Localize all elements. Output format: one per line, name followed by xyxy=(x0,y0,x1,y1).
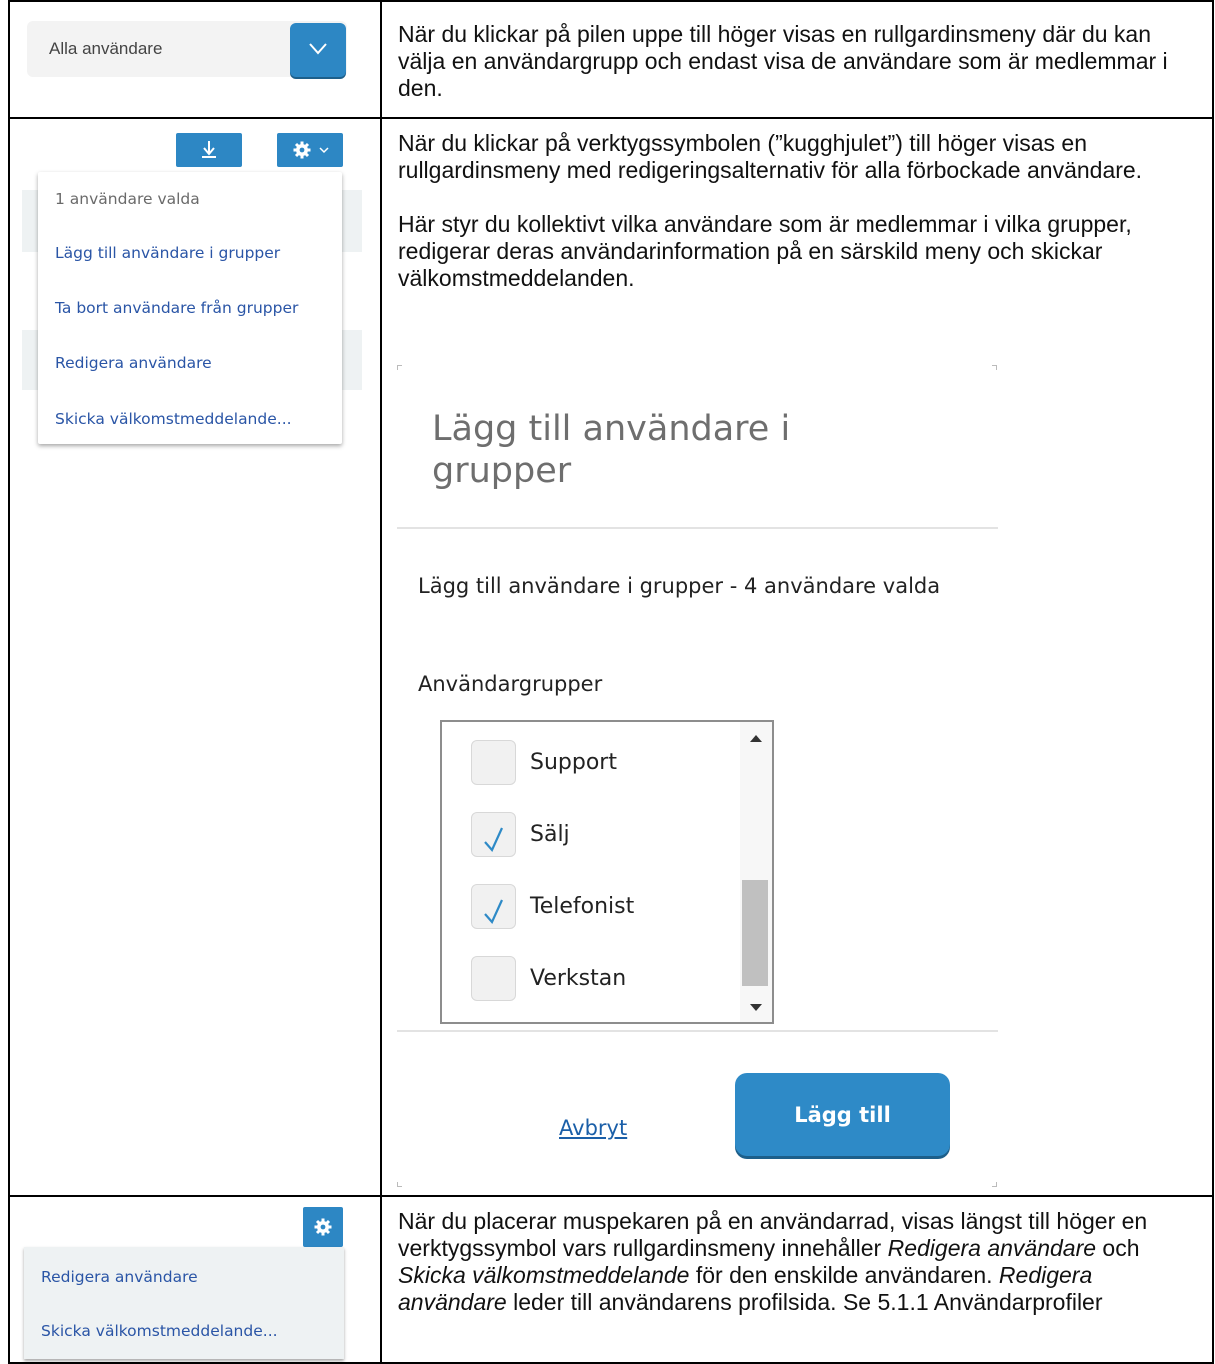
scroll-down-arrow-icon[interactable] xyxy=(740,998,772,1018)
chevron-down-icon xyxy=(319,147,329,154)
bulk-actions-menu: 1 användare valda Lägg till användare i … xyxy=(38,172,342,444)
table-border-left xyxy=(8,0,10,1364)
gear-icon xyxy=(314,1218,332,1236)
row1-description-text: När du klickar på pilen uppe till höger … xyxy=(398,21,1168,101)
dialog-title: Lägg till användare i grupper xyxy=(432,409,791,491)
dialog-separator xyxy=(397,1030,998,1032)
add-to-groups-button[interactable]: Lägg till xyxy=(735,1073,950,1156)
row-gear-button[interactable] xyxy=(303,1207,343,1247)
checkmark-icon xyxy=(484,827,504,853)
checkmark-icon xyxy=(484,899,504,925)
table-row-divider xyxy=(8,117,1214,119)
chevron-down-icon xyxy=(309,43,327,55)
dialog-corner-mark xyxy=(397,365,402,370)
checkbox-verkstan[interactable] xyxy=(471,956,516,1001)
scroll-up-arrow-icon[interactable] xyxy=(740,728,772,748)
row2-description-paragraph-1: När du klickar på verktygssymbolen (”kug… xyxy=(398,130,1143,183)
group-label-telefonist: Telefonist xyxy=(530,894,635,919)
table-border-top xyxy=(8,0,1214,2)
user-filter-label: Alla användare xyxy=(49,39,163,58)
group-label-salj: Sälj xyxy=(530,822,570,847)
groups-listbox[interactable]: Support Sälj Telefonist Verkstan xyxy=(440,720,774,1024)
checkbox-support[interactable] xyxy=(471,740,516,785)
table-column-divider xyxy=(380,0,382,1364)
dialog-separator xyxy=(397,527,998,529)
dialog-corner-mark xyxy=(992,365,997,370)
row3-description: När du placerar muspekaren på en använda… xyxy=(398,1208,1198,1316)
group-label-support: Support xyxy=(530,750,617,775)
dialog-corner-mark xyxy=(397,1182,402,1187)
row1-description: När du klickar på pilen uppe till höger … xyxy=(398,21,1198,102)
checkbox-salj[interactable] xyxy=(471,812,516,857)
row3-description-text: När du placerar muspekaren på en använda… xyxy=(398,1208,1148,1315)
menu-item-send-welcome[interactable]: Skicka välkomstmeddelande... xyxy=(55,410,292,428)
gear-icon xyxy=(293,141,329,159)
cancel-link[interactable]: Avbryt xyxy=(559,1116,627,1140)
menu-selection-count: 1 användare valda xyxy=(55,190,200,208)
menu-item-remove-from-groups[interactable]: Ta bort användare från grupper xyxy=(55,299,298,317)
user-filter-dropdown-button[interactable] xyxy=(290,23,346,77)
scrollbar-thumb[interactable] xyxy=(742,880,768,986)
download-icon xyxy=(202,141,216,158)
menu-item-edit-user[interactable]: Redigera användare xyxy=(41,1268,198,1286)
dialog-corner-mark xyxy=(992,1182,997,1187)
dialog-subtitle: Lägg till användare i grupper - 4 använd… xyxy=(418,574,941,598)
bulk-actions-gear-button[interactable] xyxy=(277,133,343,167)
groups-label: Användargrupper xyxy=(418,672,603,696)
row2-description-paragraph-2: Här styr du kollektivt vilka användare s… xyxy=(398,211,1132,291)
group-label-verkstan: Verkstan xyxy=(530,966,627,991)
table-border-right xyxy=(1212,0,1214,1364)
menu-item-add-to-groups[interactable]: Lägg till användare i grupper xyxy=(55,244,280,262)
row2-description: När du klickar på verktygssymbolen (”kug… xyxy=(398,130,1198,292)
checkbox-telefonist[interactable] xyxy=(471,884,516,929)
row-actions-menu: Redigera användare Skicka välkomstmeddel… xyxy=(24,1247,344,1359)
download-button[interactable] xyxy=(176,133,242,167)
menu-item-send-welcome[interactable]: Skicka välkomstmeddelande... xyxy=(41,1322,278,1340)
menu-item-edit-users[interactable]: Redigera användare xyxy=(55,354,212,372)
table-row-divider xyxy=(8,1195,1214,1197)
add-button-label: Lägg till xyxy=(794,1103,891,1127)
listbox-scrollbar[interactable] xyxy=(740,722,772,1022)
